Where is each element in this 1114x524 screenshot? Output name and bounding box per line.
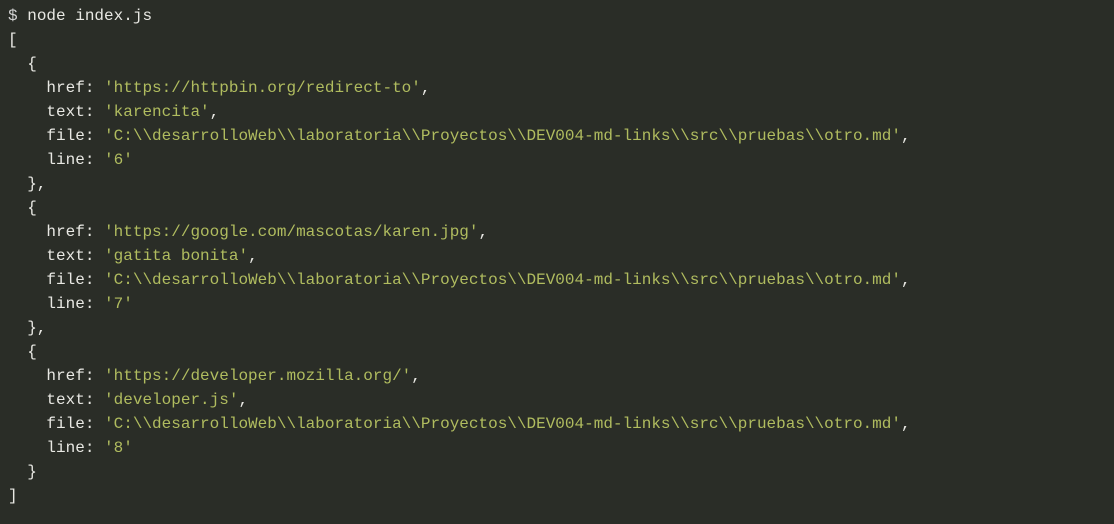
key-href: href: bbox=[46, 367, 94, 385]
array-open: [ bbox=[8, 31, 18, 49]
value-text-2: 'developer.js' bbox=[104, 391, 238, 409]
command-text: node index.js bbox=[27, 7, 152, 25]
key-href: href: bbox=[46, 223, 94, 241]
value-line-0: '6' bbox=[104, 151, 133, 169]
value-file-1: 'C:\\desarrolloWeb\\laboratoria\\Proyect… bbox=[104, 271, 901, 289]
value-text-0: 'karencita' bbox=[104, 103, 210, 121]
object-close: }, bbox=[27, 319, 46, 337]
key-href: href: bbox=[46, 79, 94, 97]
prompt-symbol: $ bbox=[8, 7, 18, 25]
comma: , bbox=[248, 247, 258, 265]
value-line-2: '8' bbox=[104, 439, 133, 457]
key-file: file: bbox=[46, 271, 94, 289]
value-file-0: 'C:\\desarrolloWeb\\laboratoria\\Proyect… bbox=[104, 127, 901, 145]
comma: , bbox=[411, 367, 421, 385]
array-close: ] bbox=[8, 487, 18, 505]
object-open: { bbox=[27, 55, 37, 73]
key-line: line: bbox=[46, 295, 94, 313]
object-close: } bbox=[27, 463, 37, 481]
comma: , bbox=[421, 79, 431, 97]
comma: , bbox=[901, 271, 911, 289]
value-href-2: 'https://developer.mozilla.org/' bbox=[104, 367, 411, 385]
key-line: line: bbox=[46, 151, 94, 169]
comma: , bbox=[901, 127, 911, 145]
terminal-output: $ node index.js [ { href: 'https://httpbi… bbox=[8, 4, 1106, 508]
key-text: text: bbox=[46, 103, 94, 121]
object-close: }, bbox=[27, 175, 46, 193]
object-open: { bbox=[27, 343, 37, 361]
key-text: text: bbox=[46, 247, 94, 265]
key-file: file: bbox=[46, 127, 94, 145]
key-line: line: bbox=[46, 439, 94, 457]
value-line-1: '7' bbox=[104, 295, 133, 313]
key-file: file: bbox=[46, 415, 94, 433]
value-file-2: 'C:\\desarrolloWeb\\laboratoria\\Proyect… bbox=[104, 415, 901, 433]
comma: , bbox=[479, 223, 489, 241]
value-href-0: 'https://httpbin.org/redirect-to' bbox=[104, 79, 421, 97]
value-href-1: 'https://google.com/mascotas/karen.jpg' bbox=[104, 223, 478, 241]
comma: , bbox=[238, 391, 248, 409]
comma: , bbox=[901, 415, 911, 433]
key-text: text: bbox=[46, 391, 94, 409]
value-text-1: 'gatita bonita' bbox=[104, 247, 248, 265]
object-open: { bbox=[27, 199, 37, 217]
comma: , bbox=[210, 103, 220, 121]
